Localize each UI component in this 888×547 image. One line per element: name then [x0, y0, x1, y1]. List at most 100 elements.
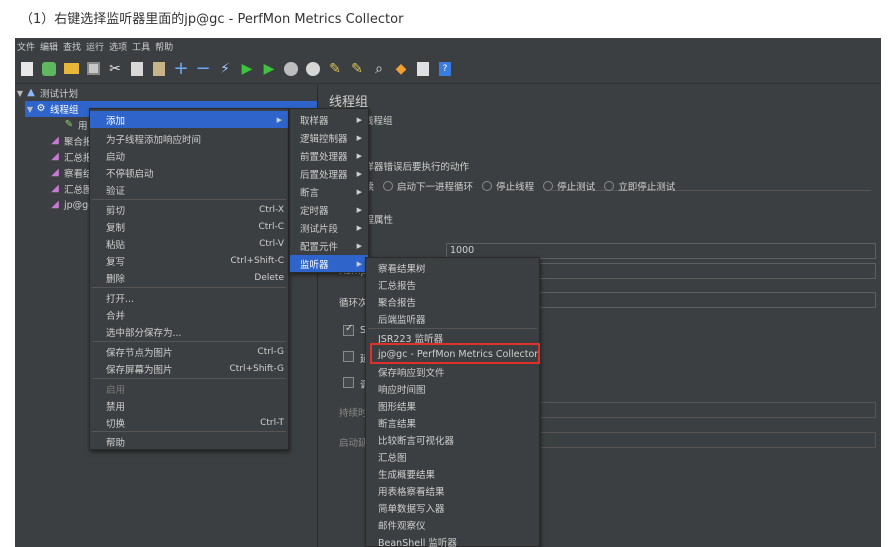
stop-icon[interactable] [282, 60, 300, 78]
menu-item-test-fragment[interactable]: 测试片段 ▶ [290, 219, 368, 236]
menu-item-timer[interactable]: 定时器 ▶ [290, 201, 368, 218]
menu-item-disable[interactable]: 禁用 [90, 397, 288, 414]
menu-item-add[interactable]: 添加 ▶ [90, 111, 288, 128]
menu-item-start-no-pause[interactable]: 不停顿启动 [90, 164, 288, 181]
menu-item-cut[interactable]: 剪切 Ctrl-X [90, 201, 288, 218]
collapse-arrow-icon[interactable]: ▼ [25, 105, 35, 114]
new-icon[interactable] [18, 60, 36, 78]
menu-item-summary-report[interactable]: 汇总报告 [366, 276, 539, 293]
menu-item-generate-summary[interactable]: 生成概要结果 [366, 465, 539, 482]
highlight-box [370, 343, 540, 364]
menu-item-save-screen-image[interactable]: 保存屏幕为图片 Ctrl+Shift-G [90, 360, 288, 377]
delay-create-checkbox[interactable] [343, 351, 354, 362]
menu-options[interactable]: 选项 [109, 40, 127, 53]
menu-item-comparison-visualizer[interactable]: 比较断言可视化器 [366, 431, 539, 448]
help-icon[interactable]: ? [436, 60, 454, 78]
paste-icon[interactable] [150, 60, 168, 78]
chart-icon: ◢ [51, 151, 59, 162]
submenu-arrow-icon: ▶ [356, 223, 362, 232]
menu-item-assertion[interactable]: 断言 ▶ [290, 183, 368, 200]
cut-icon[interactable]: ✂ [106, 60, 124, 78]
menu-item-view-results-table[interactable]: 用表格察看结果 [366, 482, 539, 499]
start-icon[interactable]: ▶ [238, 60, 256, 78]
search-icon[interactable]: ⌕ [370, 60, 388, 78]
menu-separator [92, 287, 286, 288]
radio-stop-thread[interactable] [482, 181, 493, 191]
menu-item-open[interactable]: 打开... [90, 289, 288, 306]
menu-item-sampler[interactable]: 取样器 ▶ [290, 111, 368, 128]
menu-item-logic-controller[interactable]: 逻辑控制器 ▶ [290, 129, 368, 146]
toggle-icon[interactable]: ⚡ [216, 60, 234, 78]
radio-stop-test[interactable] [543, 181, 554, 191]
copy-icon[interactable] [128, 60, 146, 78]
menu-item-paste[interactable]: 粘贴 Ctrl-V [90, 235, 288, 252]
menu-item-copy[interactable]: 复制 Ctrl-C [90, 218, 288, 235]
save-icon[interactable] [84, 60, 102, 78]
tree-node-child[interactable]: ◢ 汇总图 [49, 181, 92, 197]
radio-stop-now[interactable] [604, 181, 615, 191]
submenu-arrow-icon: ▶ [356, 205, 362, 214]
menu-item-duplicate[interactable]: 复写 Ctrl+Shift-C [90, 252, 288, 269]
menu-help[interactable]: 帮助 [155, 40, 173, 53]
menu-item-help[interactable]: 帮助 [90, 433, 288, 450]
menu-search[interactable]: 查找 [63, 40, 81, 53]
menu-item-toggle[interactable]: 切换 Ctrl-T [90, 414, 288, 431]
tree-node-child[interactable]: ◢ 汇总报 [49, 149, 92, 165]
menu-item-mailer-visualizer[interactable]: 邮件观察仪 [366, 516, 539, 533]
reset-search-icon[interactable]: ◆ [392, 60, 410, 78]
radio-stop-test-label[interactable]: 停止测试 [557, 182, 595, 193]
menu-item-pre-processor[interactable]: 前置处理器 ▶ [290, 147, 368, 164]
menu-tools[interactable]: 工具 [132, 40, 150, 53]
scheduler-checkbox[interactable] [343, 377, 354, 388]
menu-item-simple-data-writer[interactable]: 简单数据写入器 [366, 499, 539, 516]
name-field[interactable]: 线程组 [361, 115, 876, 131]
menu-file[interactable]: 文件 [17, 40, 35, 53]
menu-item-listener[interactable]: 监听器 ▶ [290, 255, 368, 272]
menu-item-start[interactable]: 启动 [90, 147, 288, 164]
menu-item-beanshell-listener[interactable]: BeanShell 监听器 [366, 533, 539, 547]
menu-item-config-element[interactable]: 配置元件 ▶ [290, 237, 368, 254]
expand-icon[interactable]: + [172, 59, 190, 78]
menu-item-save-responses[interactable]: 保存响应到文件 [366, 363, 539, 380]
pencil-icon: ✎ [64, 119, 74, 130]
start-no-pause-icon[interactable]: ▶ [260, 60, 278, 78]
menu-item-save-selection[interactable]: 选中部分保存为... [90, 323, 288, 340]
tree-node-test-plan[interactable]: ▼ ▲ 测试计划 [15, 85, 317, 101]
menu-item-save-node-image[interactable]: 保存节点为图片 Ctrl-G [90, 343, 288, 360]
radio-next-loop-label[interactable]: 启动下一进程循环 [397, 182, 473, 193]
menu-item-assertion-results[interactable]: 断言结果 [366, 414, 539, 431]
menu-item-aggregate-graph[interactable]: 汇总图 [366, 448, 539, 465]
menu-item-aggregate-report[interactable]: 聚合报告 [366, 293, 539, 310]
menu-item-post-processor[interactable]: 后置处理器 ▶ [290, 165, 368, 182]
radio-next-loop[interactable] [383, 181, 394, 191]
radio-stop-now-label[interactable]: 立即停止测试 [618, 182, 675, 193]
collapse-icon[interactable]: − [194, 59, 212, 78]
menu-item-delete[interactable]: 删除 Delete [90, 269, 288, 286]
tree-node-child[interactable]: ◢ jp@gc [49, 197, 93, 213]
open-icon[interactable] [62, 60, 80, 78]
menu-item-view-results-tree[interactable]: 察看结果树 [366, 259, 539, 276]
clear-icon[interactable]: ✎ [326, 60, 344, 78]
tree-node-child[interactable]: ◢ 察看结 [49, 165, 92, 181]
shutdown-icon[interactable] [304, 60, 322, 78]
menu-edit[interactable]: 编辑 [40, 40, 58, 53]
tree-node-child[interactable]: ✎ 用 [63, 117, 88, 133]
function-helper-icon[interactable] [414, 60, 432, 78]
menu-item-validate[interactable]: 验证 [90, 181, 288, 198]
submenu-arrow-icon: ▶ [356, 187, 362, 196]
collapse-arrow-icon[interactable]: ▼ [15, 89, 25, 98]
radio-stop-thread-label[interactable]: 停止线程 [496, 182, 534, 193]
tree-node-child[interactable]: ◢ 聚合报 [49, 133, 92, 149]
menu-item-backend-listener[interactable]: 后端监听器 [366, 310, 539, 327]
submenu-arrow-icon: ▶ [356, 133, 362, 142]
menu-item-add-response-time[interactable]: 为子线程添加响应时间 [90, 130, 288, 147]
context-menu: 添加 ▶ 为子线程添加响应时间 启动 不停顿启动 验证 剪切 Ctrl-X 复制 Ct… [89, 108, 289, 450]
menu-item-graph-results[interactable]: 图形结果 [366, 397, 539, 414]
same-user-checkbox[interactable] [343, 323, 354, 336]
menu-item-merge[interactable]: 合并 [90, 306, 288, 323]
clear-all-icon[interactable]: ✎ [348, 60, 366, 78]
menu-run[interactable]: 运行 [86, 40, 104, 53]
menu-item-response-time-graph[interactable]: 响应时间图 [366, 380, 539, 397]
submenu-arrow-icon: ▶ [276, 115, 282, 124]
templates-icon[interactable] [40, 60, 58, 78]
